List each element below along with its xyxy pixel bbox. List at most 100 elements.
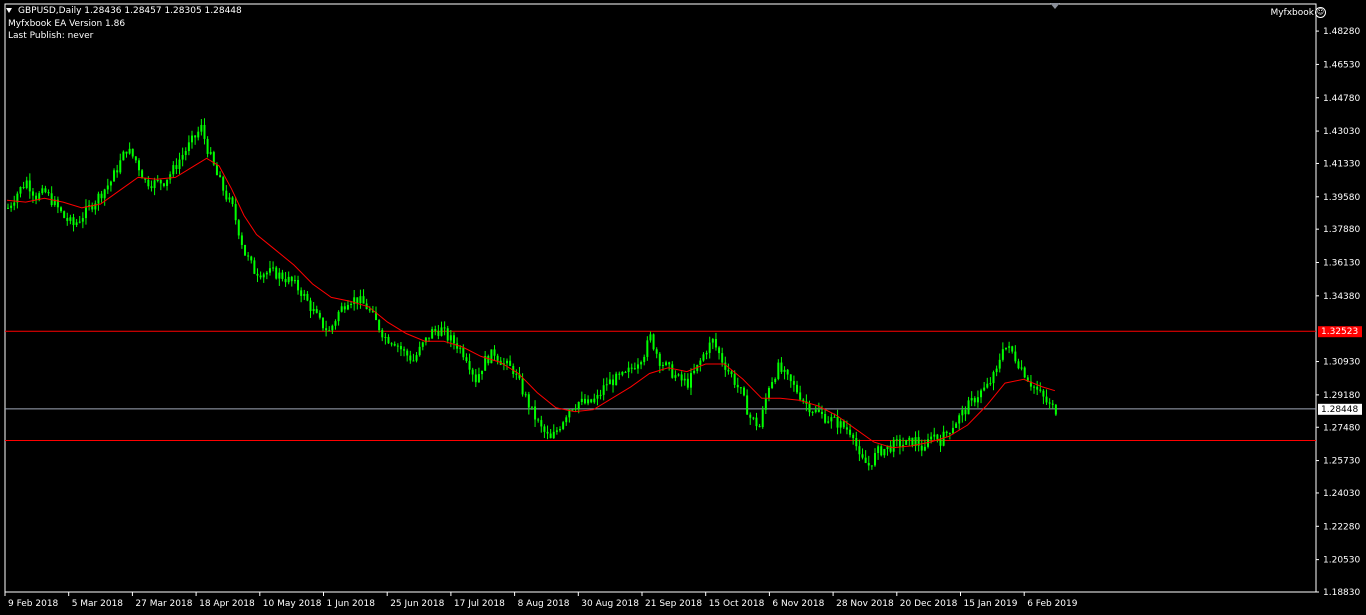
- candle: [131, 148, 134, 159]
- candle: [278, 268, 281, 286]
- candle: [898, 434, 901, 455]
- candle: [599, 389, 602, 400]
- time-axis[interactable]: 9 Feb 2018 5 Mar 2018 27 Mar 2018 18 Apr 20…: [4, 592, 1078, 609]
- price-tick-label: 1.36130: [1323, 259, 1360, 269]
- candle: [162, 182, 165, 188]
- symbol-info: GBPUSD,Daily 1.28436 1.28457 1.28305 1.2…: [18, 6, 242, 16]
- candle: [318, 310, 321, 320]
- candle: [272, 261, 275, 272]
- candle: [22, 181, 25, 190]
- candle: [593, 393, 596, 404]
- candle: [827, 416, 830, 424]
- candle: [892, 437, 895, 458]
- candle: [443, 321, 446, 336]
- candle: [10, 202, 13, 212]
- price-tick-label: 1.37880: [1323, 225, 1360, 235]
- candle: [923, 439, 926, 452]
- candle: [674, 370, 677, 382]
- candle: [764, 393, 767, 414]
- candle: [665, 360, 668, 367]
- candle: [830, 413, 833, 429]
- candle: [452, 332, 455, 350]
- candle: [646, 336, 649, 361]
- candle: [998, 353, 1001, 373]
- horizontal-levels[interactable]: [5, 330, 1316, 441]
- candle: [81, 212, 84, 229]
- candle: [970, 391, 973, 407]
- price-axis[interactable]: 1.48280 1.46530 1.44780 1.43030 1.41330 1.395…: [1316, 27, 1362, 598]
- candle: [166, 179, 169, 191]
- candle: [275, 265, 278, 280]
- candle: [886, 445, 889, 456]
- moving-average-layer: [6, 157, 1056, 449]
- candle: [680, 371, 683, 387]
- candle: [936, 433, 939, 443]
- time-tick-label: 25 Jun 2018: [390, 599, 444, 609]
- candle: [627, 361, 630, 379]
- price-tick-label: 1.18830: [1323, 588, 1360, 598]
- candle: [434, 325, 437, 336]
- candle: [746, 389, 749, 415]
- candle: [50, 186, 53, 207]
- chart-area[interactable]: 1.48280 1.46530 1.44780 1.43030 1.41330 1.395…: [0, 0, 1366, 615]
- price-tick-label: 1.27480: [1323, 423, 1360, 433]
- candle: [178, 152, 181, 175]
- candle: [1039, 382, 1042, 393]
- candle: [128, 142, 131, 155]
- candle: [19, 186, 22, 198]
- candle: [1014, 345, 1017, 364]
- candle: [1023, 366, 1026, 379]
- candle: [540, 415, 543, 433]
- candle: [989, 377, 992, 386]
- candle: [487, 354, 490, 366]
- candle: [53, 196, 56, 207]
- candle: [253, 257, 256, 275]
- candle: [468, 353, 471, 375]
- candle: [870, 465, 873, 470]
- candle: [203, 118, 206, 145]
- candle: [378, 319, 381, 333]
- candle: [839, 418, 842, 434]
- candle: [683, 372, 686, 386]
- candle: [493, 345, 496, 361]
- candle: [602, 378, 605, 401]
- price-tick-label: 1.22280: [1323, 522, 1360, 532]
- candle: [212, 150, 215, 167]
- candle: [1017, 358, 1020, 370]
- candle: [175, 158, 178, 175]
- candle: [668, 361, 671, 371]
- candle: [474, 369, 477, 388]
- plot-border: [4, 3, 1317, 593]
- candle: [555, 427, 558, 435]
- candle: [244, 244, 247, 256]
- candle: [484, 351, 487, 371]
- candle: [534, 400, 537, 427]
- price-chart[interactable]: 1.48280 1.46530 1.44780 1.43030 1.41330 1.395…: [0, 0, 1366, 615]
- candle: [696, 364, 699, 374]
- candle: [873, 448, 876, 467]
- chart-shift-triangle-icon[interactable]: [1050, 3, 1060, 9]
- candle: [446, 325, 449, 344]
- candle: [125, 151, 128, 158]
- time-tick-label: 8 Aug 2018: [518, 599, 570, 609]
- candle: [387, 334, 390, 344]
- candle: [328, 326, 331, 332]
- candle: [184, 147, 187, 161]
- candle: [590, 398, 593, 404]
- candle: [630, 363, 633, 374]
- price-tick-label: 1.48280: [1323, 27, 1360, 37]
- candle: [933, 427, 936, 441]
- candle: [927, 433, 930, 449]
- smiley-icon: ☺: [1315, 7, 1326, 18]
- time-tick-label: 21 Sep 2018: [645, 599, 702, 609]
- candle: [415, 351, 418, 363]
- candle: [293, 275, 296, 284]
- candle: [752, 416, 755, 421]
- candle: [786, 368, 789, 380]
- candle: [739, 386, 742, 395]
- candle: [334, 319, 337, 330]
- candle: [780, 357, 783, 374]
- triangle-down-icon[interactable]: [6, 8, 12, 13]
- candle: [159, 179, 162, 191]
- candle: [917, 430, 920, 452]
